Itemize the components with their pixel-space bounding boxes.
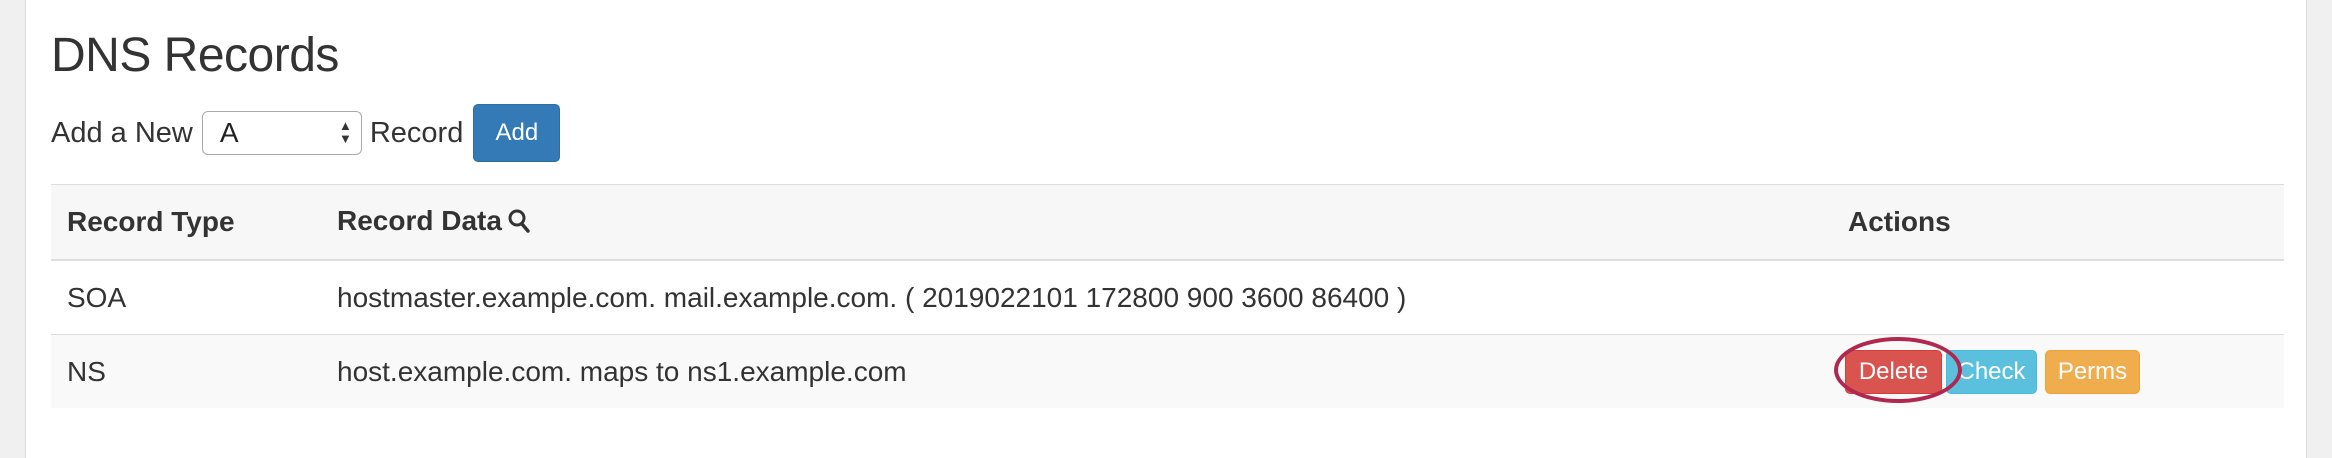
record-type-select-value: A [219, 117, 239, 148]
record-type-cell: SOA [51, 260, 321, 335]
add-record-row: Add a New A ▲ ▼ Record Add [51, 104, 561, 162]
search-icon[interactable] [508, 208, 530, 240]
add-suffix-label: Record [369, 116, 464, 149]
check-button[interactable]: Check [1946, 349, 2037, 394]
record-data-cell: host.example.com. maps to ns1.example.co… [321, 334, 1832, 408]
header-record-type[interactable]: Record Type [51, 184, 321, 261]
delete-button[interactable]: Delete [1845, 349, 1942, 394]
dns-records-panel: DNS Records Add a New A ▲ ▼ Record Add Re… [25, 0, 2307, 458]
records-table: Record Type Record Data Actions SOA host… [51, 184, 2284, 408]
table-header-row: Record Type Record Data Actions [51, 184, 2284, 261]
header-actions: Actions [1832, 184, 2284, 261]
select-arrows-icon: ▲ ▼ [338, 118, 352, 146]
perms-button[interactable]: Perms [2045, 349, 2140, 394]
record-type-cell: NS [51, 334, 321, 408]
table-row: NS host.example.com. maps to ns1.example… [51, 334, 2284, 408]
actions-cell: Delete Check Perms [1832, 334, 2284, 408]
actions-cell [1832, 260, 2284, 335]
record-data-cell: hostmaster.example.com. mail.example.com… [321, 260, 1832, 335]
table-row: SOA hostmaster.example.com. mail.example… [51, 260, 2284, 335]
header-record-data[interactable]: Record Data [321, 184, 1832, 261]
add-prefix-label: Add a New [51, 116, 193, 149]
record-type-select[interactable]: A ▲ ▼ [201, 111, 362, 155]
add-record-button[interactable]: Add [473, 104, 561, 162]
page-title: DNS Records [51, 29, 339, 82]
